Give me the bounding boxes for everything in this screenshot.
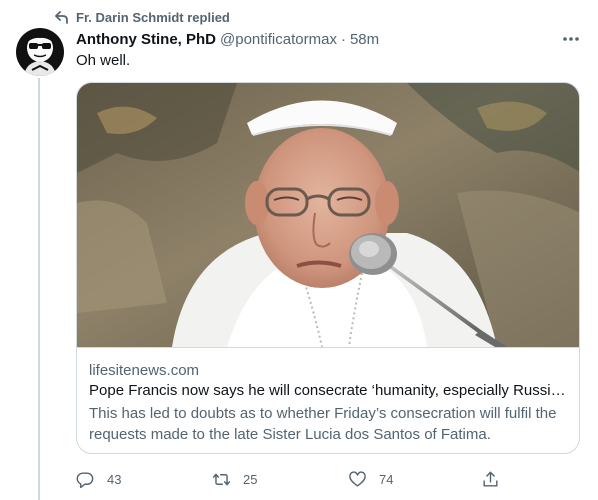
- share-icon: [483, 471, 498, 487]
- card-title: Pope Francis now says he will consecrate…: [89, 382, 569, 399]
- tweet-header: Anthony Stine, PhD @pontificatormax · 58…: [76, 29, 582, 49]
- avatar[interactable]: [16, 28, 64, 76]
- user-handle[interactable]: @pontificatormax: [220, 31, 337, 48]
- tweet-text: Oh well.: [76, 52, 131, 69]
- heart-icon: [349, 470, 366, 487]
- reply-arrow-icon: [55, 11, 68, 24]
- retweet-button[interactable]: 25: [212, 465, 257, 493]
- avatar-image: [16, 28, 64, 76]
- like-button[interactable]: 74: [348, 465, 393, 493]
- card-domain: lifesitenews.com: [89, 362, 200, 379]
- more-options-button[interactable]: [560, 30, 582, 48]
- card-description: This has led to doubts as to whether Fri…: [89, 405, 557, 443]
- action-bar: 43 25 74: [76, 465, 506, 493]
- separator-dot: ·: [340, 30, 346, 48]
- share-button[interactable]: [481, 465, 500, 493]
- display-name[interactable]: Anthony Stine, PhD: [76, 31, 216, 48]
- social-context[interactable]: Fr. Darin Schmidt replied: [55, 9, 230, 25]
- card-divider: [77, 347, 579, 348]
- reply-count: 43: [107, 471, 122, 487]
- reply-icon: [76, 471, 94, 488]
- social-context-text: Fr. Darin Schmidt replied: [76, 9, 230, 25]
- tweet[interactable]: Fr. Darin Schmidt replied Anthony Stine,…: [0, 0, 598, 500]
- like-count: 74: [379, 471, 394, 487]
- card-image: [77, 83, 579, 347]
- retweet-icon: [212, 473, 231, 485]
- thread-line: [38, 78, 40, 500]
- timestamp[interactable]: 58m: [350, 31, 379, 48]
- retweet-count: 25: [243, 471, 258, 487]
- reply-button[interactable]: 43: [76, 465, 121, 493]
- link-card[interactable]: lifesitenews.com Pope Francis now says h…: [76, 82, 580, 454]
- more-dots-icon: [563, 37, 579, 41]
